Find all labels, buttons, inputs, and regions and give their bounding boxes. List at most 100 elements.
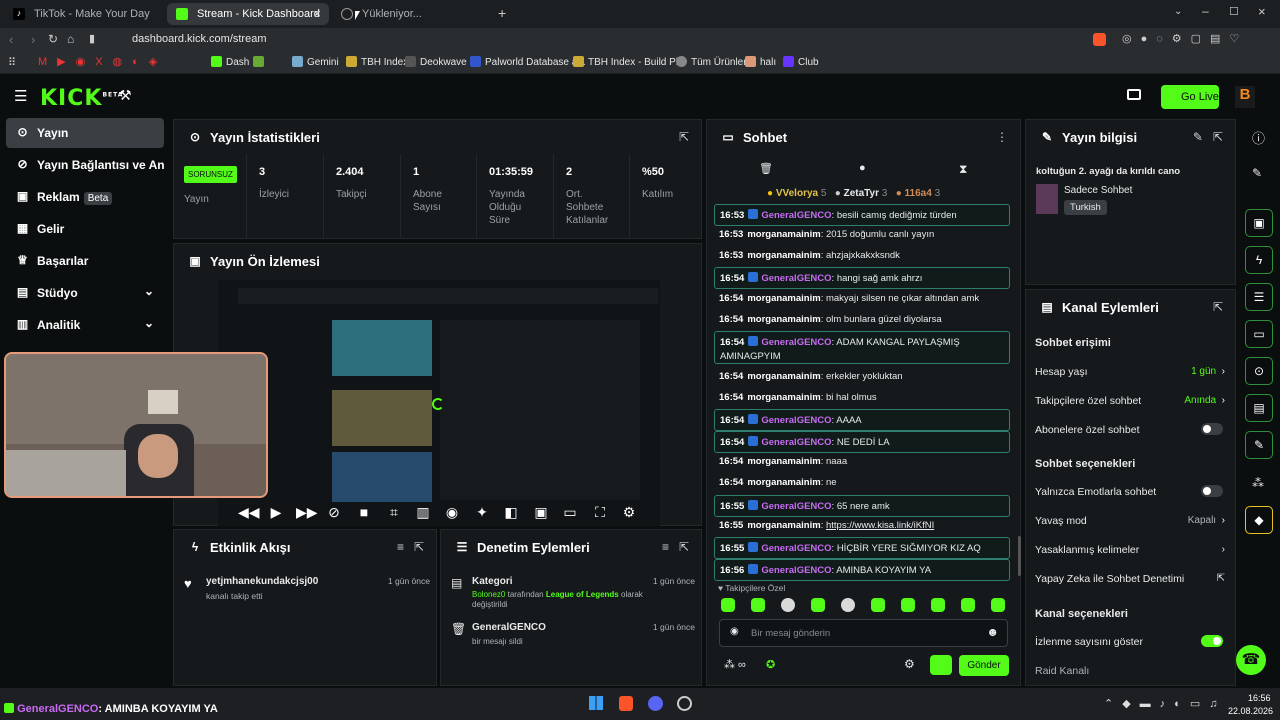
category-name[interactable]: Sadece Sohbet: [1064, 185, 1132, 196]
side-tool-chat[interactable]: ▭: [1245, 320, 1273, 348]
chat-message[interactable]: 16:54 morganamainim: ne: [714, 473, 1010, 492]
emote-icon[interactable]: [751, 598, 765, 612]
side-tool-broadcast[interactable]: ⊙: [1245, 357, 1273, 385]
emote-only-toggle[interactable]: [1201, 485, 1223, 497]
chat-text[interactable]: https://www.kisa.link/iKfNI: [826, 520, 934, 531]
emote-icon[interactable]: [841, 598, 855, 612]
chat-message[interactable]: 16:55 GeneralGENCO: HİÇBİR YERE SIĞMIYOR …: [714, 537, 1010, 559]
user-avatar[interactable]: B: [1235, 86, 1255, 108]
gear-icon[interactable]: ⚙: [621, 504, 637, 521]
filter-popout-icons[interactable]: ≡ ⇱: [662, 540, 689, 554]
sidebar-item-yayin[interactable]: ⊙ Yayın: [6, 118, 164, 148]
app-taskbar-icon[interactable]: [677, 696, 692, 711]
emote-icon[interactable]: [781, 598, 795, 612]
studio-toggle-icon[interactable]: [1127, 89, 1141, 100]
chat-username[interactable]: morganamainim: [747, 229, 820, 240]
chat-message[interactable]: 16:54 morganamainim: olm bunlara güzel di…: [714, 310, 1010, 329]
chat-message[interactable]: 16:55 GeneralGENCO: 65 nere amk: [714, 495, 1010, 517]
support-icon[interactable]: ☎: [1236, 645, 1266, 675]
tab-tiktok[interactable]: ♪ TikTok - Make Your Day: [4, 3, 164, 25]
bookmark-tum-urunler[interactable]: Tüm Ürünler: [676, 56, 747, 68]
chat-username[interactable]: GeneralGENCO: [761, 437, 831, 448]
home-icon[interactable]: ⌂: [67, 32, 74, 46]
url-field[interactable]: dashboard.kick.com/stream: [110, 31, 1100, 49]
bookmark-gemini[interactable]: Gemini: [292, 56, 339, 68]
chat-message[interactable]: 16:53 morganamainim: 2015 doğumlu canlı y…: [714, 225, 1010, 244]
kick-emote-icon[interactable]: ✪: [766, 658, 775, 671]
side-tool-list[interactable]: ☰: [1245, 283, 1273, 311]
chat-message[interactable]: 16:54 GeneralGENCO: NE DEDİ LA: [714, 431, 1010, 453]
chat-username[interactable]: GeneralGENCO: [761, 273, 831, 284]
clip-icon[interactable]: ⊘: [326, 504, 342, 521]
brave-shield-icon[interactable]: [1093, 33, 1106, 46]
category-thumbnail[interactable]: [1036, 184, 1058, 214]
side-tool-share-icon[interactable]: ⁂: [1252, 476, 1264, 490]
sidebar-item-studyo[interactable]: ▤ Stüdyo ⌄: [6, 278, 164, 308]
menu-icon[interactable]: ☰: [14, 87, 27, 105]
raid-channel-setting[interactable]: Raid Kanalı: [1035, 665, 1225, 677]
sidebar-item-stream-key[interactable]: ⊘Yayın Bağlantısı ve Anahtar: [6, 150, 164, 180]
chat-message[interactable]: 16:54 morganamainim: makyajı silsen ne çı…: [714, 289, 1010, 308]
banned-words-setting[interactable]: Yasaklanmış kelimeler ›: [1035, 544, 1225, 556]
bookmark-hali[interactable]: halı: [745, 56, 776, 68]
chat-username[interactable]: morganamainim: [747, 477, 820, 488]
chat-message[interactable]: 16:55 morganamainim: https://www.kisa.lin…: [714, 516, 1010, 535]
play-icon[interactable]: ▶: [268, 504, 284, 521]
theater-icon[interactable]: ▣: [533, 504, 549, 521]
chat-username[interactable]: GeneralGENCO: [761, 501, 831, 512]
chat-message[interactable]: 16:54 GeneralGENCO: ADAM KANGAL PAYLAŞMIŞ…: [714, 331, 1010, 364]
view-count-toggle[interactable]: [1201, 635, 1223, 647]
emote-icon[interactable]: [721, 598, 735, 612]
chat-username[interactable]: morganamainim: [747, 293, 820, 304]
maximize-icon[interactable]: ☐: [1229, 5, 1239, 18]
chat-username[interactable]: morganamainim: [747, 314, 820, 325]
speed-icon[interactable]: ◉: [444, 504, 460, 521]
bookmark-tbh-index[interactable]: TBH Index: [346, 56, 408, 68]
minimize-icon[interactable]: –: [1202, 4, 1209, 18]
crop-icon[interactable]: ⌗: [386, 504, 402, 521]
discord-taskbar-icon[interactable]: [648, 696, 663, 711]
chat-settings-icon[interactable]: ⚙: [904, 657, 915, 671]
emoji-icon[interactable]: ☻: [986, 625, 999, 639]
chat-message[interactable]: 16:54 morganamainim: erkekler yokluktan: [714, 367, 1010, 386]
chat-tools-icon[interactable]: ⁂ ∞: [724, 658, 746, 671]
sidebar-item-reklam[interactable]: ▣ Reklam Beta: [6, 182, 164, 212]
chat-message[interactable]: 16:54 GeneralGENCO: AAAA: [714, 409, 1010, 431]
chat-input[interactable]: ◉ Bir mesaj gönderin ☻: [719, 619, 1008, 647]
apps-icon[interactable]: ⠿: [8, 56, 16, 69]
chat-username[interactable]: morganamainim: [747, 392, 820, 403]
emote-picker-button[interactable]: [930, 655, 952, 675]
side-tool-layout[interactable]: ▤: [1245, 394, 1273, 422]
chat-message[interactable]: 16:54 morganamainim: bi hal olmus: [714, 388, 1010, 407]
chat-message[interactable]: 16:54 GeneralGENCO: hangi sağ amk ahrzı: [714, 267, 1010, 289]
sidebar-item-basarilar[interactable]: ♕ Başarılar: [6, 246, 164, 276]
quick-bookmark-icons[interactable]: M▶◉X◍◐◈: [38, 55, 167, 68]
more-icon[interactable]: ⋮: [996, 130, 1008, 144]
emote-icon[interactable]: [991, 598, 1005, 612]
brave-taskbar-icon[interactable]: [619, 696, 633, 711]
stream-preview-video[interactable]: ◀◀ ▶ ▶▶ ⊘ ■ ⌗ ▥ ◉ ✦ ◧ ▣ ▭ ⛶ ⚙: [218, 280, 660, 526]
follower-chat-setting[interactable]: Takipçilere özel sohbet Anında ›: [1035, 395, 1225, 407]
emote-icon[interactable]: [901, 598, 915, 612]
chat-username[interactable]: GeneralGENCO: [761, 415, 831, 426]
sparkle-icon[interactable]: ✦: [474, 504, 490, 521]
extensions-icons[interactable]: ◎●◌⚙▢▤♡: [1122, 32, 1248, 45]
bookmark-deokwave[interactable]: Deokwave: [405, 56, 467, 68]
chat-username[interactable]: morganamainim: [747, 371, 820, 382]
chat-scrollbar[interactable]: [1018, 536, 1021, 576]
sidebar-item-analitik[interactable]: ▥ Analitik ⌄: [6, 310, 164, 340]
layout-icon[interactable]: ▭: [562, 504, 578, 521]
emote-icon[interactable]: [871, 598, 885, 612]
bookmark-extra[interactable]: [253, 56, 268, 68]
chat-username[interactable]: morganamainim: [747, 520, 820, 531]
reload-icon[interactable]: ↻: [48, 32, 58, 46]
filter-popout-icons[interactable]: ≡ ⇱: [397, 540, 424, 554]
tab-list-icon[interactable]: ⌄: [1174, 6, 1182, 17]
windows-start-icon[interactable]: [589, 696, 603, 710]
bookmark-club[interactable]: Club: [783, 56, 819, 68]
chat-message[interactable]: 16:56 GeneralGENCO: AMINBA KOYAYIM YA: [714, 559, 1010, 581]
stats-icon[interactable]: ▥: [415, 504, 431, 521]
emote-icon[interactable]: [931, 598, 945, 612]
new-tab-button[interactable]: +: [498, 5, 506, 21]
rewind-icon[interactable]: ◀◀: [238, 504, 260, 521]
